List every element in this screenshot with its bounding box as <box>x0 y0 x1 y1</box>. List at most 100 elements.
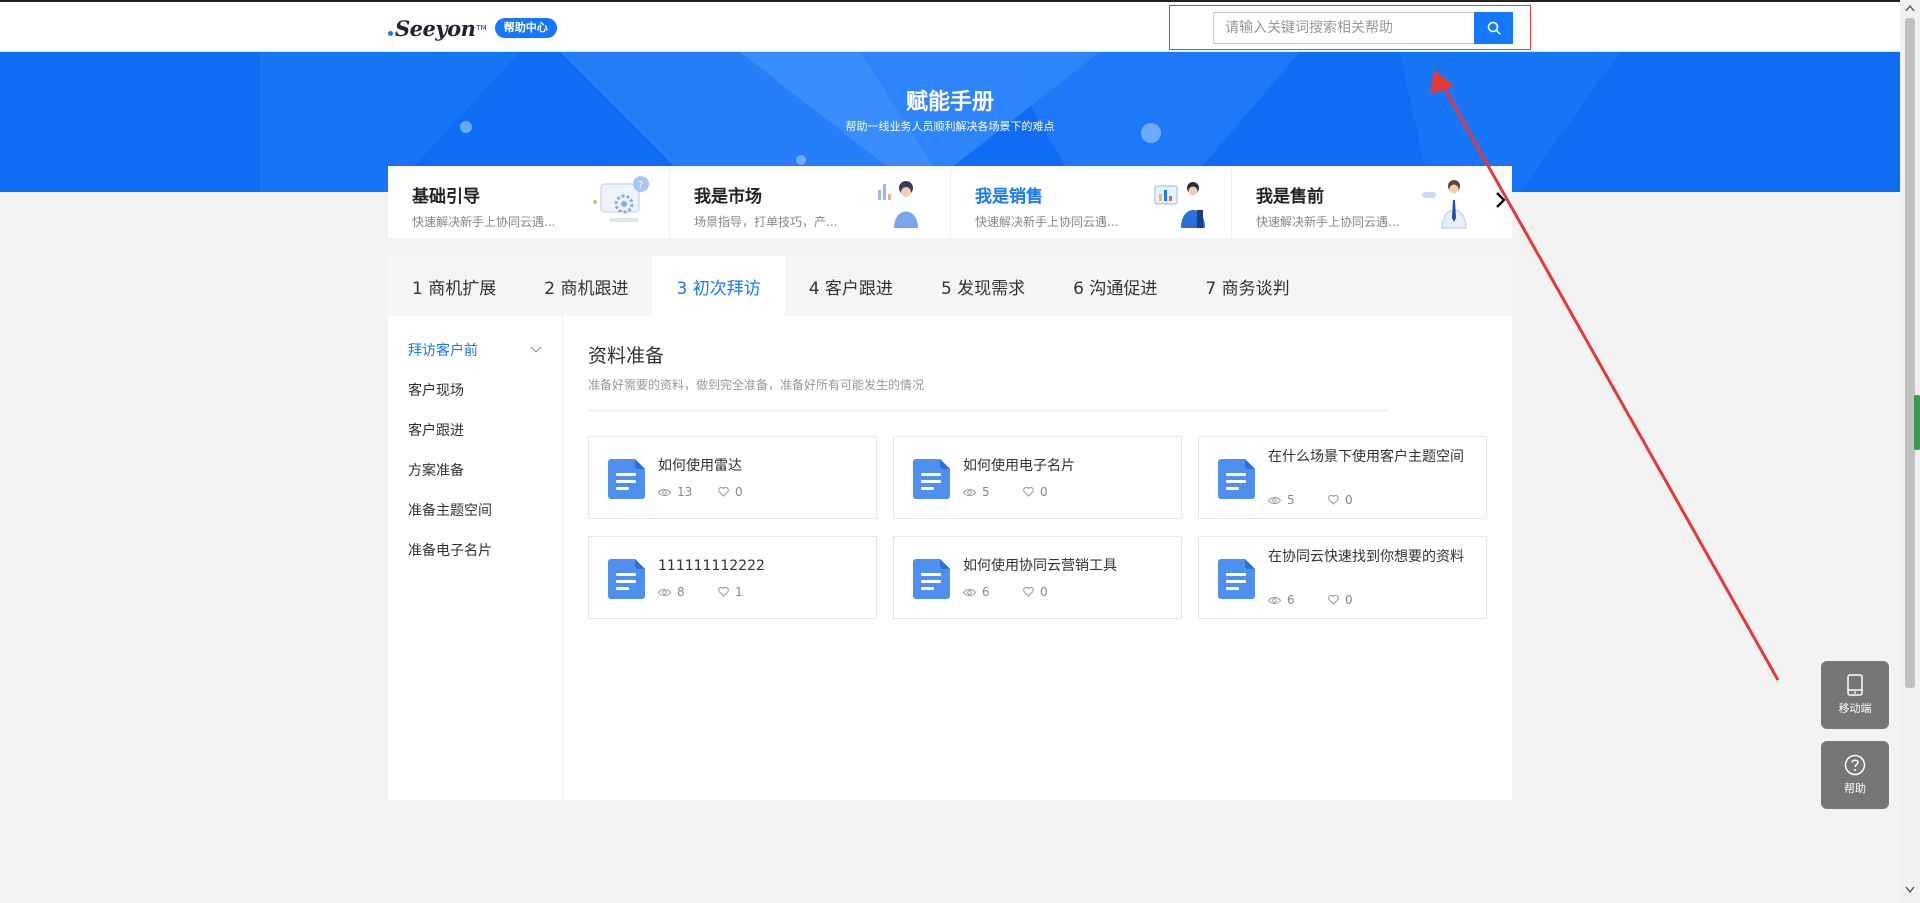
section-divider <box>588 410 1388 411</box>
article-stats: 13 0 <box>658 485 778 499</box>
chevron-right-icon[interactable] <box>1494 190 1508 210</box>
role-card-sales[interactable]: 我是销售 快速解决新手上协同云遇... <box>950 166 1231 238</box>
sidebar-item-label: 拜访客户前 <box>408 343 478 359</box>
sidebar-item-topic-space[interactable]: 准备主题空间 <box>388 490 562 530</box>
view-count-value: 5 <box>982 485 990 499</box>
article-card[interactable]: 如何使用电子名片 5 0 <box>893 436 1182 519</box>
heart-icon <box>1023 587 1034 597</box>
article-stats: 81 <box>658 585 778 599</box>
tab-stage-4[interactable]: 4 客户跟进 <box>785 256 917 316</box>
sidebar-item-customer-followup[interactable]: 客户跟进 <box>388 410 562 450</box>
article-card[interactable]: 如何使用协同云营销工具 6 0 <box>893 536 1182 619</box>
eye-icon <box>658 588 671 596</box>
article-card[interactable]: 在什么场景下使用客户主题空间 5 0 <box>1198 436 1487 519</box>
question-icon <box>1844 754 1866 776</box>
tab-stage-3[interactable]: 3 初次拜访 <box>652 256 785 316</box>
view-count-value: 13 <box>677 485 693 499</box>
sidebar-item-e-card[interactable]: 准备电子名片 <box>388 530 562 570</box>
seeyon-logo[interactable]: Seeyon TM 帮助中心 <box>388 15 557 41</box>
view-count-value: 5 <box>1287 493 1295 507</box>
scroll-up-arrow[interactable] <box>1905 4 1915 12</box>
article-title: 如何使用雷达 <box>658 458 742 474</box>
main-content: 拜访客户前 客户现场 客户跟进 方案准备 准备主题空间 准备电子名片 资料准备 … <box>388 316 1512 800</box>
eye-icon <box>963 488 976 496</box>
eye-icon <box>1268 596 1281 604</box>
article-title: 在什么场景下使用客户主题空间 <box>1268 449 1464 465</box>
search-icon <box>1487 21 1501 35</box>
scroll-down-arrow[interactable] <box>1905 886 1915 894</box>
document-icon <box>913 559 950 599</box>
article-grid: 如何使用雷达 13 0 如何使用电子名片 5 0 在什么场景下使用客户主题空间 5 0 11111… <box>588 436 1488 619</box>
heart-icon <box>1328 595 1339 605</box>
like-count-value: 0 <box>735 485 743 499</box>
search-input[interactable] <box>1213 12 1475 44</box>
eye-icon <box>658 488 671 496</box>
document-icon <box>608 559 645 599</box>
heart-icon <box>1023 487 1034 497</box>
logo-dot <box>388 31 393 36</box>
article-stats: 50 <box>1268 493 1388 507</box>
scroll-thumb[interactable] <box>1905 18 1915 688</box>
page-scrollbar[interactable] <box>1900 0 1920 903</box>
like-count-value: 0 <box>1040 485 1048 499</box>
tab-stage-7[interactable]: 7 商务谈判 <box>1181 256 1313 316</box>
banner-title: 赋能手册 <box>905 90 994 115</box>
tablet-icon <box>1847 674 1863 696</box>
like-count-value: 0 <box>1345 593 1353 607</box>
tab-stage-6[interactable]: 6 沟通促进 <box>1049 256 1181 316</box>
article-title: 如何使用电子名片 <box>963 458 1075 474</box>
logo-trademark: TM <box>476 24 487 32</box>
article-card[interactable]: 如何使用雷达 13 0 <box>588 436 877 519</box>
view-count: 6 <box>1268 593 1328 607</box>
document-icon <box>1218 559 1255 599</box>
heart-icon <box>718 487 729 497</box>
help-button[interactable]: 帮助 <box>1821 741 1889 809</box>
salesperson-illustration <box>1154 182 1205 228</box>
tab-stage-2[interactable]: 2 商机跟进 <box>520 256 652 316</box>
marketer-illustration <box>878 181 918 228</box>
like-count-value: 0 <box>1345 493 1353 507</box>
article-title: 在协同云快速找到你想要的资料 <box>1268 549 1464 565</box>
article-stats: 60 <box>963 585 1083 599</box>
sidebar-item-label: 准备电子名片 <box>408 543 492 559</box>
like-count[interactable]: 0 <box>1328 593 1388 607</box>
document-icon <box>913 459 950 499</box>
role-card-presales[interactable]: 我是售前 快速解决新手上协同云遇... <box>1231 166 1512 238</box>
view-count: 5 <box>1268 493 1328 507</box>
like-count[interactable]: 0 <box>1023 485 1083 499</box>
sidebar-item-label: 准备主题空间 <box>408 503 492 519</box>
like-count-value: 1 <box>735 585 743 599</box>
section-title: 资料准备 <box>588 345 665 367</box>
tab-stage-5[interactable]: 5 发现需求 <box>917 256 1049 316</box>
article-card[interactable]: 在协同云快速找到你想要的资料 6 0 <box>1198 536 1487 619</box>
role-card-market[interactable]: 我是市场 场景指导，打单技巧，产... <box>669 166 950 238</box>
view-count-value: 8 <box>677 585 685 599</box>
like-count[interactable]: 0 <box>1328 493 1388 507</box>
role-card-strip: 基础引导 快速解决新手上协同云遇... ? 我是市场 场景指导，打单技巧，产..… <box>388 166 1512 238</box>
scroll-marker <box>1914 395 1920 450</box>
article-card[interactable]: 111111112222 8 1 <box>588 536 877 619</box>
like-count[interactable]: 0 <box>1023 585 1083 599</box>
document-icon <box>1218 459 1255 499</box>
document-icon <box>608 459 645 499</box>
sidebar-item-proposal-prep[interactable]: 方案准备 <box>388 450 562 490</box>
view-count-value: 6 <box>1287 593 1295 607</box>
view-count-value: 6 <box>982 585 990 599</box>
like-count[interactable]: 1 <box>718 585 778 599</box>
tab-stage-1[interactable]: 1 商机扩展 <box>388 256 520 316</box>
role-card-basic[interactable]: 基础引导 快速解决新手上协同云遇... ? <box>388 166 669 238</box>
section-content: 资料准备 准备好需要的资料，做到完全准备，准备好所有可能发生的情况 如何使用雷达… <box>588 341 1487 619</box>
help-center-badge[interactable]: 帮助中心 <box>494 18 557 38</box>
article-title: 如何使用协同云营销工具 <box>963 558 1117 574</box>
eye-icon <box>1268 496 1281 504</box>
view-count: 6 <box>963 585 1023 599</box>
sidebar-item-customer-site[interactable]: 客户现场 <box>388 370 562 410</box>
mobile-label: 移动端 <box>1838 702 1872 715</box>
top-bar: Seeyon TM 帮助中心 <box>0 0 1900 52</box>
sidebar-item-before-visit[interactable]: 拜访客户前 <box>388 330 562 370</box>
like-count[interactable]: 0 <box>718 485 778 499</box>
mobile-button[interactable]: 移动端 <box>1821 661 1889 729</box>
logo-text: Seeyon <box>395 15 476 41</box>
search-button[interactable] <box>1474 12 1513 44</box>
article-stats: 50 <box>963 485 1083 499</box>
